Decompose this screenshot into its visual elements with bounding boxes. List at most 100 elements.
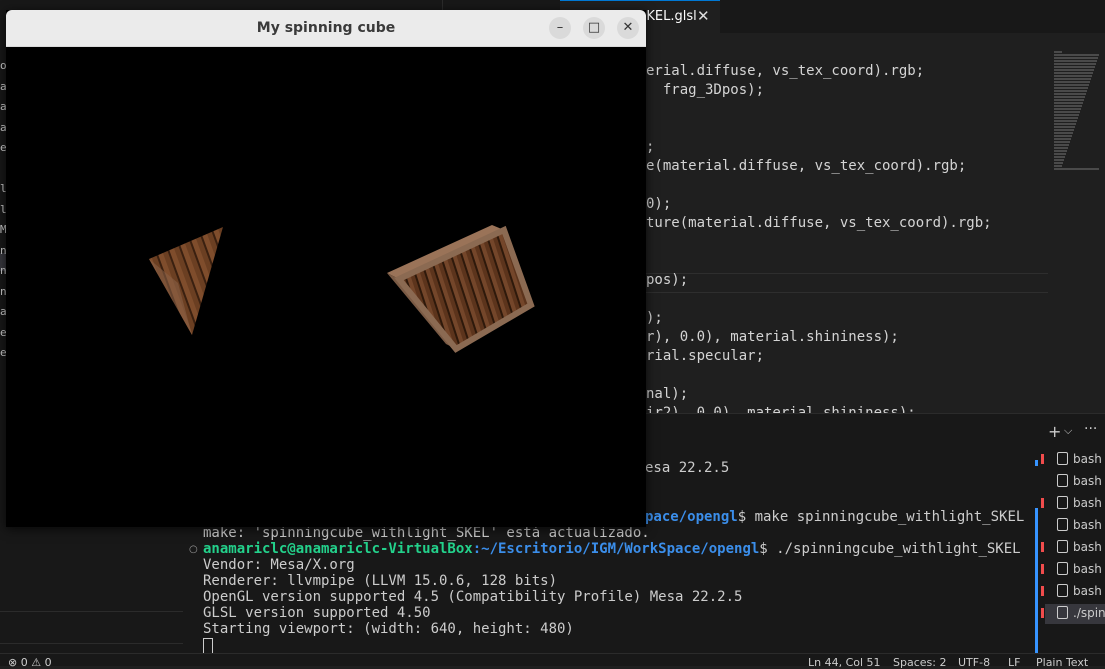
terminal-list-label: bash [1073, 496, 1102, 510]
chevron-down-icon[interactable]: ⌵ [1064, 424, 1072, 438]
terminal-list-item[interactable]: bash [1045, 472, 1105, 492]
minimap-line [1054, 81, 1090, 83]
terminal-list: bash bash bash bash bash bash bash ./spin [1045, 450, 1105, 650]
minimize-button[interactable]: – [549, 17, 571, 39]
terminal-list-item[interactable]: bash [1045, 450, 1105, 470]
terminal-line: make: 'spinningcube_withlight_SKEL' está… [203, 525, 650, 541]
minimap-line [1054, 129, 1074, 131]
language-mode[interactable]: Plain Text [1036, 656, 1088, 669]
prompt-command: $ ./spinningcube_withlight_SKEL [759, 541, 1021, 557]
window-titlebar[interactable]: My spinning cube – □ ✕ [6, 10, 646, 47]
terminal-list-item[interactable]: ./spin [1045, 604, 1105, 624]
terminal-list-label: bash [1073, 474, 1102, 488]
maximize-button[interactable]: □ [583, 17, 605, 39]
minimap-line [1054, 54, 1099, 56]
indentation-status[interactable]: Spaces: 2 [893, 656, 946, 669]
close-button[interactable]: ✕ [617, 17, 639, 39]
problems-indicator[interactable]: ⊗ 0 ⚠ 0 [8, 656, 52, 669]
code-line: frag_3Dpos); [646, 82, 765, 98]
minimap-line [1054, 99, 1084, 101]
minimap-line [1054, 90, 1087, 92]
minimap-line [1054, 150, 1067, 152]
terminal-list-label: ./spin [1073, 606, 1105, 620]
minimap-line [1054, 162, 1063, 164]
code-line: rial.specular; [646, 348, 765, 364]
terminal-icon [1057, 540, 1068, 553]
minimap-line [1054, 156, 1065, 158]
terminal-icon [1057, 518, 1068, 531]
minimap-line [1054, 138, 1071, 140]
minimap-line [1054, 147, 1068, 149]
minimap-line [1054, 168, 1099, 170]
eol-status[interactable]: LF [1008, 656, 1020, 669]
terminal-list-item[interactable]: bash [1045, 494, 1105, 514]
terminal-icon [1057, 452, 1068, 465]
terminal-list-label: bash [1073, 540, 1102, 554]
minimap-line [1054, 153, 1066, 155]
minimap-line [1054, 126, 1075, 128]
minimap-line [1054, 102, 1083, 104]
minimap-line [1054, 135, 1072, 137]
terminal-line: Starting viewport: (width: 640, height: … [203, 621, 574, 637]
terminal-list-label: bash [1073, 584, 1102, 598]
minimap-line [1054, 144, 1069, 146]
gl-viewport[interactable] [6, 47, 646, 527]
code-line: ir2), 0.0), material.shininess); [646, 405, 916, 413]
more-actions-icon[interactable]: ··· [1084, 421, 1097, 437]
close-tab-icon[interactable]: ✕ [697, 7, 710, 25]
minimap-line [1054, 159, 1064, 161]
new-terminal-icon[interactable]: + [1048, 422, 1061, 441]
code-line: e(material.diffuse, vs_tex_coord).rgb; [646, 158, 967, 174]
minimap-line [1054, 96, 1085, 98]
minimap-line [1054, 93, 1086, 95]
minimap-line [1054, 105, 1082, 107]
terminal-status-marker [1041, 586, 1044, 596]
minimap-line [1054, 132, 1073, 134]
terminal-list-item[interactable]: bash [1045, 538, 1105, 558]
minimap-line [1054, 114, 1079, 116]
prompt-user: anamariclc@anamariclc-VirtualBox [203, 541, 473, 557]
code-line: erial.diffuse, vs_tex_coord).rgb; [646, 63, 925, 79]
terminal-list-item[interactable]: bash [1045, 516, 1105, 536]
status-bar: ⊗ 0 ⚠ 0 Ln 44, Col 51 Spaces: 2 UTF-8 LF… [0, 653, 1105, 669]
terminal-icon [1057, 496, 1068, 509]
terminal-icon [1057, 562, 1068, 575]
terminal-line: Renderer: llvmpipe (LLVM 15.0.6, 128 bit… [203, 573, 558, 589]
minimap-line [1054, 123, 1076, 125]
terminal-list-item[interactable]: bash [1045, 560, 1105, 580]
code-editor[interactable]: erial.diffuse, vs_tex_coord).rgb; frag_3… [646, 33, 1105, 413]
minimap-line [1054, 111, 1080, 113]
terminal-line: GLSL version supported 4.50 [203, 605, 431, 621]
code-line: ture(material.diffuse, vs_tex_coord).rgb… [646, 215, 992, 231]
minimap-line [1054, 108, 1081, 110]
terminal-status-marker [1041, 542, 1044, 552]
encoding-status[interactable]: UTF-8 [958, 656, 990, 669]
minimap-line [1054, 57, 1098, 59]
minimap-line [1054, 60, 1097, 62]
code-line: nal); [646, 386, 689, 402]
code-line: pos); [646, 272, 689, 288]
terminal-icon [1057, 474, 1068, 487]
terminal-list-item[interactable]: bash [1045, 582, 1105, 602]
minimap-line [1054, 78, 1091, 80]
minimap-line [1054, 66, 1095, 68]
terminal-icon [1057, 584, 1068, 597]
code-line: ); [646, 310, 663, 326]
terminal-line: esa 22.2.5 [645, 460, 730, 476]
command-status-icon: ○ [189, 544, 198, 555]
cursor-position[interactable]: Ln 44, Col 51 [808, 656, 881, 669]
code-line: 0); [646, 196, 672, 212]
terminal-list-label: bash [1073, 562, 1102, 576]
minimap-line [1054, 69, 1094, 71]
terminal-status-marker [1041, 454, 1044, 464]
sidebar-divider [0, 643, 183, 644]
terminal-list-label: bash [1073, 518, 1102, 532]
scroll-marker [1035, 508, 1038, 654]
minimap[interactable] [1054, 51, 1104, 171]
gl-window[interactable]: My spinning cube – □ ✕ [6, 10, 646, 527]
minimap-line [1054, 51, 1062, 53]
prompt-path: :~/Escritorio/IGM/WorkSpace/opengl [472, 541, 760, 557]
terminal-icon [1057, 606, 1068, 619]
terminal-line: pace/opengl$ make spinningcube_withlight… [645, 509, 1024, 525]
minimap-line [1054, 75, 1092, 77]
